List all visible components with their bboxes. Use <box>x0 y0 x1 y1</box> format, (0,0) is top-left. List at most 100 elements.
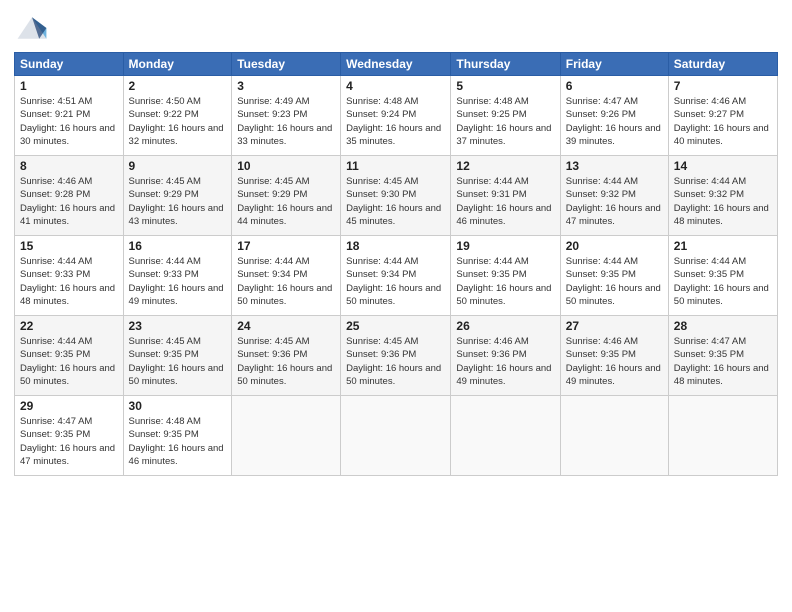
generalblue-logo-icon <box>14 10 50 46</box>
calendar-day-cell: 13 Sunrise: 4:44 AMSunset: 9:32 PMDayligh… <box>560 156 668 236</box>
day-info: Sunrise: 4:48 AMSunset: 9:25 PMDaylight:… <box>456 95 554 148</box>
day-info: Sunrise: 4:46 AMSunset: 9:27 PMDaylight:… <box>674 95 772 148</box>
day-number: 1 <box>20 79 118 93</box>
day-number: 12 <box>456 159 554 173</box>
calendar-day-cell: 21Sunrise: 4:44 AMSunset: 9:35 PMDayligh… <box>668 236 777 316</box>
calendar-header-sunday: Sunday <box>15 53 124 76</box>
calendar-header-row: SundayMondayTuesdayWednesdayThursdayFrid… <box>15 53 778 76</box>
day-number: 3 <box>237 79 335 93</box>
header <box>14 10 778 46</box>
calendar-day-cell: 2Sunrise: 4:50 AMSunset: 9:22 PMDaylight… <box>123 76 232 156</box>
calendar-day-cell: 4 Sunrise: 4:48 AMSunset: 9:24 PMDaylight… <box>341 76 451 156</box>
calendar-week-row: 29 Sunrise: 4:47 AMSunset: 9:35 PMDayligh… <box>15 396 778 476</box>
page: SundayMondayTuesdayWednesdayThursdayFrid… <box>0 0 792 612</box>
day-info: Sunrise: 4:44 AMSunset: 9:35 PMDaylight:… <box>20 335 118 388</box>
day-number: 5 <box>456 79 554 93</box>
calendar-day-cell: 6 Sunrise: 4:47 AMSunset: 9:26 PMDaylight… <box>560 76 668 156</box>
day-number: 27 <box>566 319 663 333</box>
calendar-header-wednesday: Wednesday <box>341 53 451 76</box>
calendar-day-cell: 7 Sunrise: 4:46 AMSunset: 9:27 PMDaylight… <box>668 76 777 156</box>
calendar-week-row: 8 Sunrise: 4:46 AMSunset: 9:28 PMDaylight… <box>15 156 778 236</box>
day-info: Sunrise: 4:44 AMSunset: 9:33 PMDaylight:… <box>20 255 118 308</box>
calendar-header-thursday: Thursday <box>451 53 560 76</box>
empty-cell <box>560 396 668 476</box>
day-info: Sunrise: 4:44 AMSunset: 9:32 PMDaylight:… <box>674 175 772 228</box>
calendar-day-cell: 25 Sunrise: 4:45 AMSunset: 9:36 PMDayligh… <box>341 316 451 396</box>
day-info: Sunrise: 4:51 AMSunset: 9:21 PMDaylight:… <box>20 95 118 148</box>
day-number: 19 <box>456 239 554 253</box>
calendar-day-cell: 9Sunrise: 4:45 AMSunset: 9:29 PMDaylight… <box>123 156 232 236</box>
day-info: Sunrise: 4:44 AMSunset: 9:35 PMDaylight:… <box>456 255 554 308</box>
calendar-day-cell: 29 Sunrise: 4:47 AMSunset: 9:35 PMDayligh… <box>15 396 124 476</box>
day-number: 2 <box>129 79 227 93</box>
day-number: 6 <box>566 79 663 93</box>
logo <box>14 10 54 46</box>
day-number: 25 <box>346 319 445 333</box>
calendar-day-cell: 23 Sunrise: 4:45 AMSunset: 9:35 PMDayligh… <box>123 316 232 396</box>
day-number: 14 <box>674 159 772 173</box>
day-info: Sunrise: 4:45 AMSunset: 9:29 PMDaylight:… <box>237 175 335 228</box>
calendar-day-cell: 3 Sunrise: 4:49 AMSunset: 9:23 PMDaylight… <box>232 76 341 156</box>
calendar-day-cell: 14 Sunrise: 4:44 AMSunset: 9:32 PMDayligh… <box>668 156 777 236</box>
calendar-week-row: 22 Sunrise: 4:44 AMSunset: 9:35 PMDayligh… <box>15 316 778 396</box>
empty-cell <box>668 396 777 476</box>
day-info: Sunrise: 4:47 AMSunset: 9:26 PMDaylight:… <box>566 95 663 148</box>
day-number: 24 <box>237 319 335 333</box>
calendar-day-cell: 22 Sunrise: 4:44 AMSunset: 9:35 PMDayligh… <box>15 316 124 396</box>
day-info: Sunrise: 4:45 AMSunset: 9:36 PMDaylight:… <box>237 335 335 388</box>
calendar-day-cell: 28 Sunrise: 4:47 AMSunset: 9:35 PMDayligh… <box>668 316 777 396</box>
day-number: 8 <box>20 159 118 173</box>
calendar-day-cell: 20 Sunrise: 4:44 AMSunset: 9:35 PMDayligh… <box>560 236 668 316</box>
day-info: Sunrise: 4:44 AMSunset: 9:32 PMDaylight:… <box>566 175 663 228</box>
day-info: Sunrise: 4:45 AMSunset: 9:35 PMDaylight:… <box>129 335 227 388</box>
day-info: Sunrise: 4:44 AMSunset: 9:33 PMDaylight:… <box>129 255 227 308</box>
day-info: Sunrise: 4:48 AMSunset: 9:24 PMDaylight:… <box>346 95 445 148</box>
day-number: 29 <box>20 399 118 413</box>
day-number: 13 <box>566 159 663 173</box>
calendar-day-cell: 27 Sunrise: 4:46 AMSunset: 9:35 PMDayligh… <box>560 316 668 396</box>
calendar-day-cell: 12 Sunrise: 4:44 AMSunset: 9:31 PMDayligh… <box>451 156 560 236</box>
calendar-week-row: 15 Sunrise: 4:44 AMSunset: 9:33 PMDayligh… <box>15 236 778 316</box>
calendar-day-cell: 24 Sunrise: 4:45 AMSunset: 9:36 PMDayligh… <box>232 316 341 396</box>
day-info: Sunrise: 4:49 AMSunset: 9:23 PMDaylight:… <box>237 95 335 148</box>
day-number: 30 <box>129 399 227 413</box>
day-info: Sunrise: 4:45 AMSunset: 9:30 PMDaylight:… <box>346 175 445 228</box>
day-info: Sunrise: 4:44 AMSunset: 9:31 PMDaylight:… <box>456 175 554 228</box>
day-number: 22 <box>20 319 118 333</box>
day-info: Sunrise: 4:46 AMSunset: 9:28 PMDaylight:… <box>20 175 118 228</box>
day-info: Sunrise: 4:47 AMSunset: 9:35 PMDaylight:… <box>20 415 118 468</box>
day-info: Sunrise: 4:44 AMSunset: 9:34 PMDaylight:… <box>237 255 335 308</box>
calendar-day-cell: 17 Sunrise: 4:44 AMSunset: 9:34 PMDayligh… <box>232 236 341 316</box>
day-info: Sunrise: 4:44 AMSunset: 9:35 PMDaylight:… <box>566 255 663 308</box>
day-info: Sunrise: 4:45 AMSunset: 9:36 PMDaylight:… <box>346 335 445 388</box>
day-number: 26 <box>456 319 554 333</box>
day-number: 20 <box>566 239 663 253</box>
calendar-day-cell: 16Sunrise: 4:44 AMSunset: 9:33 PMDayligh… <box>123 236 232 316</box>
day-number: 28 <box>674 319 772 333</box>
calendar-week-row: 1 Sunrise: 4:51 AMSunset: 9:21 PMDaylight… <box>15 76 778 156</box>
day-info: Sunrise: 4:44 AMSunset: 9:34 PMDaylight:… <box>346 255 445 308</box>
calendar-day-cell: 8 Sunrise: 4:46 AMSunset: 9:28 PMDaylight… <box>15 156 124 236</box>
day-number: 4 <box>346 79 445 93</box>
calendar-day-cell: 26 Sunrise: 4:46 AMSunset: 9:36 PMDayligh… <box>451 316 560 396</box>
day-number: 23 <box>129 319 227 333</box>
calendar-day-cell: 15 Sunrise: 4:44 AMSunset: 9:33 PMDayligh… <box>15 236 124 316</box>
day-info: Sunrise: 4:47 AMSunset: 9:35 PMDaylight:… <box>674 335 772 388</box>
calendar-header-monday: Monday <box>123 53 232 76</box>
calendar-day-cell: 10 Sunrise: 4:45 AMSunset: 9:29 PMDayligh… <box>232 156 341 236</box>
day-number: 9 <box>129 159 227 173</box>
calendar-day-cell: 5 Sunrise: 4:48 AMSunset: 9:25 PMDaylight… <box>451 76 560 156</box>
empty-cell <box>451 396 560 476</box>
day-info: Sunrise: 4:48 AMSunset: 9:35 PMDaylight:… <box>129 415 227 468</box>
calendar-day-cell: 18Sunrise: 4:44 AMSunset: 9:34 PMDayligh… <box>341 236 451 316</box>
empty-cell <box>232 396 341 476</box>
day-number: 7 <box>674 79 772 93</box>
calendar-day-cell: 19 Sunrise: 4:44 AMSunset: 9:35 PMDayligh… <box>451 236 560 316</box>
day-info: Sunrise: 4:46 AMSunset: 9:36 PMDaylight:… <box>456 335 554 388</box>
calendar-day-cell: 11Sunrise: 4:45 AMSunset: 9:30 PMDayligh… <box>341 156 451 236</box>
day-number: 17 <box>237 239 335 253</box>
day-number: 10 <box>237 159 335 173</box>
day-number: 15 <box>20 239 118 253</box>
calendar-table: SundayMondayTuesdayWednesdayThursdayFrid… <box>14 52 778 476</box>
day-info: Sunrise: 4:46 AMSunset: 9:35 PMDaylight:… <box>566 335 663 388</box>
